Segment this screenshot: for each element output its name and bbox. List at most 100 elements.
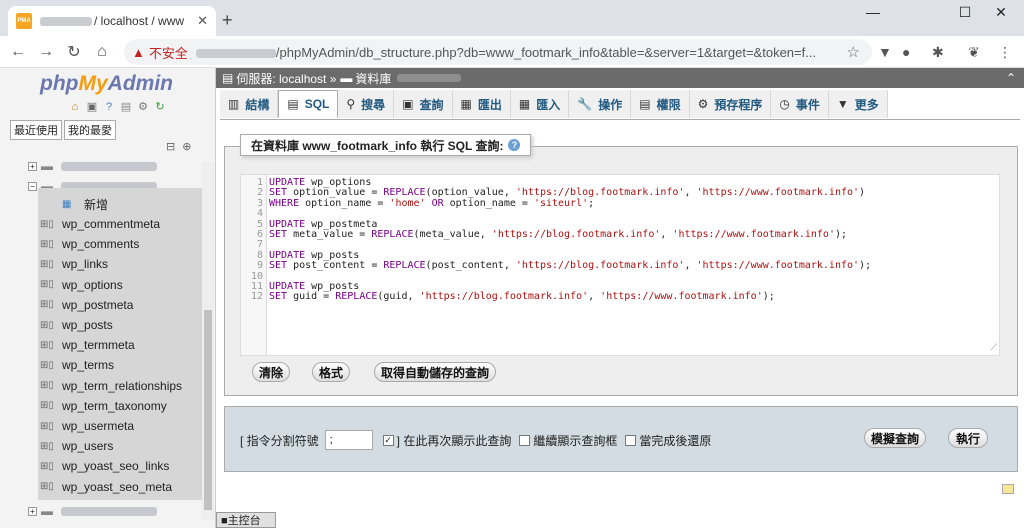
extension-globe-icon[interactable]: ● xyxy=(902,44,910,60)
tab-query[interactable]: ▣ 查詢 xyxy=(394,90,453,118)
tab-label: 事件 xyxy=(795,97,820,112)
recent-tab[interactable]: 最近使用 xyxy=(10,120,62,140)
reload-icon[interactable]: ↻ xyxy=(60,42,88,62)
table-item-wp-comments[interactable]: ⊞▯ wp_comments xyxy=(40,234,139,254)
table-icon: ⊞▯ xyxy=(40,440,54,452)
phpmyadmin-logo[interactable]: phpMyAdmin xyxy=(40,72,173,96)
db-icon: ▬ xyxy=(340,71,353,85)
table-item-wp-commentmeta[interactable]: ⊞▯ wp_commentmeta xyxy=(40,214,160,234)
extension-filter-icon[interactable]: ▼ xyxy=(878,44,892,60)
line-number: 7 xyxy=(256,239,263,251)
routines-icon: ⚙ xyxy=(697,97,709,111)
close-tab-icon[interactable]: ✕ xyxy=(197,13,208,29)
collapse-link-icons[interactable]: ⊟ ⊕ xyxy=(166,140,194,153)
tab-search[interactable]: ⚲ 搜尋 xyxy=(338,90,395,118)
new-tab-icon[interactable]: + xyxy=(222,10,233,31)
retain-box-checkbox[interactable] xyxy=(519,434,531,446)
table-item-wp-yoast-seo-meta[interactable]: ⊞▯ wp_yoast_seo_meta xyxy=(40,477,172,497)
forward-icon[interactable]: → xyxy=(32,43,60,61)
table-icon: ⊞▯ xyxy=(40,400,54,412)
code-text: UPDATE wp_posts xyxy=(269,281,360,292)
tab-structure[interactable]: ▥ 結構 xyxy=(220,90,279,118)
favorites-tab[interactable]: 我的最愛 xyxy=(64,120,116,140)
back-icon[interactable]: ← xyxy=(4,43,32,61)
table-item-wp-posts[interactable]: ⊞▯ wp_posts xyxy=(40,315,113,335)
line-number: 8 xyxy=(256,249,263,261)
tab-import[interactable]: ▦ 匯入 xyxy=(510,90,570,118)
address-bar[interactable]: ▲ 不安全 /phpMyAdmin/db_structure.php?db=ww… xyxy=(124,39,872,65)
recent-favorites-bar: 最近使用 我的最愛 xyxy=(10,120,116,140)
breadcrumb-database[interactable]: 資料庫 xyxy=(355,70,391,87)
table-icon: ⊞▯ xyxy=(40,218,54,230)
db-icon: ▬ xyxy=(41,504,53,518)
export-icon: ▦ xyxy=(460,97,472,111)
rollback-checkbox[interactable] xyxy=(625,434,637,446)
browser-tab[interactable]: PMA / localhost / www ✕ xyxy=(8,6,216,36)
line-number: 10 xyxy=(250,270,263,282)
tab-sql[interactable]: ▤ SQL xyxy=(278,90,339,118)
show-again-label: ] 在此再次顯示此查詢 xyxy=(396,433,512,448)
query-icon: ▣ xyxy=(402,97,414,111)
simulate-query-button[interactable]: 模擬查詢 xyxy=(864,428,926,448)
code-text: SET meta_value = REPLACE(meta_value, 'ht… xyxy=(269,229,848,240)
tab-wrench[interactable]: 🔧 操作 xyxy=(569,90,632,118)
table-icon: ⊞▯ xyxy=(40,460,54,472)
logout-icon[interactable]: ▣ xyxy=(85,100,99,114)
delimiter-input[interactable] xyxy=(324,430,373,450)
home-icon[interactable]: ⌂ xyxy=(68,100,82,114)
clear-button[interactable]: 清除 xyxy=(252,362,290,382)
docs-icon[interactable]: ▤ xyxy=(119,100,133,114)
table-item-wp-term-taxonomy[interactable]: ⊞▯ wp_term_taxonomy xyxy=(40,396,167,416)
reload-nav-icon[interactable]: ↻ xyxy=(153,100,167,114)
page-settings-icon[interactable] xyxy=(1002,484,1014,494)
scrollbar-thumb[interactable] xyxy=(204,310,212,510)
browser-toolbar: ← → ↻ ⌂ ▲ 不安全 /phpMyAdmin/db_structure.p… xyxy=(0,36,1024,68)
tab-clock[interactable]: ◷ 事件 xyxy=(771,90,829,118)
table-item-wp-termmeta[interactable]: ⊞▯ wp_termmeta xyxy=(40,335,135,355)
console-toggle[interactable]: ■主控台 xyxy=(216,512,276,528)
table-item-wp-terms[interactable]: ⊞▯ wp_terms xyxy=(40,355,114,375)
bookmark-star-icon[interactable]: ☆ xyxy=(847,43,860,61)
database-row[interactable]: + ▬ xyxy=(28,501,157,521)
help-icon[interactable]: ? xyxy=(508,139,521,151)
table-item-wp-postmeta[interactable]: ⊞▯ wp_postmeta xyxy=(40,295,133,315)
tab-label: 預存程序 xyxy=(714,97,763,112)
menu-icon[interactable]: ⋮ xyxy=(998,44,1012,61)
home-icon[interactable]: ⌂ xyxy=(88,43,116,61)
close-window-icon[interactable]: ✕ xyxy=(978,4,1024,21)
nav-scrollbar[interactable] xyxy=(202,162,214,520)
table-item-wp-options[interactable]: ⊞▯ wp_options xyxy=(40,275,123,295)
minimize-icon[interactable]: — xyxy=(850,4,896,20)
settings-icon[interactable]: ⚙ xyxy=(136,100,150,114)
table-item-wp-users[interactable]: ⊞▯ wp_users xyxy=(40,436,113,456)
redacted-text xyxy=(61,506,157,516)
clock-icon: ◷ xyxy=(779,97,790,111)
go-button[interactable]: 執行 xyxy=(948,428,988,448)
sql-editor[interactable]: ⟋ 1 UPDATE wp_options 2 SET option_value = … xyxy=(240,174,1000,356)
table-item-wp-term-relationships[interactable]: ⊞▯ wp_term_relationships xyxy=(40,376,182,396)
table-item-wp-usermeta[interactable]: ⊞▯ wp_usermeta xyxy=(40,416,134,436)
table-item-wp-yoast-seo-links[interactable]: ⊞▯ wp_yoast_seo_links xyxy=(40,456,169,476)
help-icon[interactable]: ? xyxy=(102,100,116,114)
extension-leaf-icon[interactable]: ❦ xyxy=(968,44,980,61)
breadcrumb-server[interactable]: 伺服器: localhost » xyxy=(236,70,336,87)
tab-routines[interactable]: ⚙ 預存程序 xyxy=(689,90,772,118)
collapse-breadcrumb-icon[interactable]: ⌃ xyxy=(1006,71,1016,85)
extension-icon[interactable]: ✱ xyxy=(932,44,944,61)
tab-privileges[interactable]: ▤ 權限 xyxy=(631,90,690,118)
resize-handle-icon[interactable]: ⟋ xyxy=(991,343,997,353)
phpmyadmin-favicon-icon: PMA xyxy=(16,13,32,29)
format-button[interactable]: 格式 xyxy=(312,362,350,382)
code-text: SET option_value = REPLACE(option_value,… xyxy=(269,187,866,199)
table-icon: ⊞▯ xyxy=(40,279,54,291)
tab-export[interactable]: ▦ 匯出 xyxy=(452,90,511,118)
table-icon: ⊞▯ xyxy=(40,299,54,311)
get-autosaved-query-button[interactable]: 取得自動儲存的查詢 xyxy=(374,362,496,382)
line-number: 9 xyxy=(256,260,263,272)
line-number: 6 xyxy=(256,229,263,240)
new-table-item[interactable]: ▦ 新增 xyxy=(62,194,108,214)
show-again-checkbox[interactable]: ✓ xyxy=(382,434,394,446)
table-item-wp-links[interactable]: ⊞▯ wp_links xyxy=(40,254,108,274)
database-row[interactable]: + ▬ xyxy=(28,156,202,176)
tab-chevron-down[interactable]: ▼ 更多 xyxy=(828,90,888,118)
